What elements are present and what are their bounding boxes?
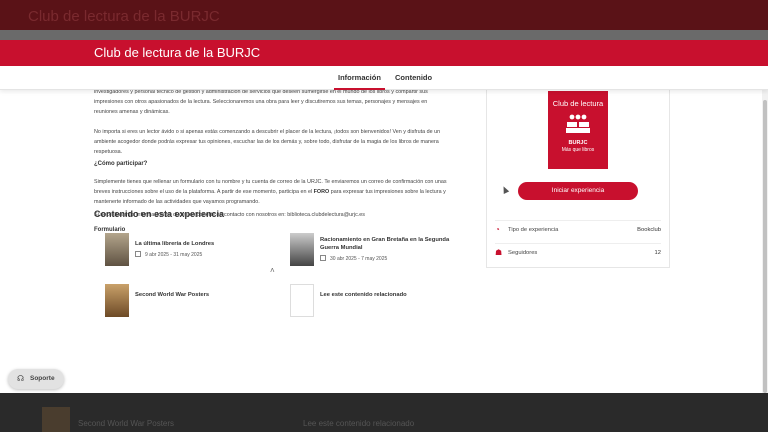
related-item-title[interactable]: Racionamiento en Gran Bretaña en la Segu… [320,236,460,252]
participation-paragraph: Simplemente tienes que rellenar un formu… [94,177,450,207]
related-item-dates: 30 abr 2025 - 7 may 2025 [320,255,387,262]
related-item-thumbnail [105,233,129,266]
calendar-icon [320,255,326,261]
background-item-title: Second World War Posters [78,419,175,428]
related-item-date-text: 9 abr 2025 - 31 may 2025 [145,252,203,258]
followers-row: ☗ Seguidores 12 [495,243,661,263]
description-paragraph: investigadores y personal técnico de ges… [94,90,428,115]
welcome-paragraph: No importa si eres un lector ávido o si … [94,129,441,155]
calendar-icon [135,251,141,257]
experience-type-label: Tipo de experiencia [508,227,559,233]
start-experience-button[interactable]: Iniciar experiencia [518,182,638,200]
background-strip [0,30,768,40]
experience-cover: Club de lectura BURJC Más que libros [548,91,608,169]
related-item[interactable]: Lee este contenido relacionado [290,284,460,324]
headset-icon: ☊ [17,374,25,383]
books-icon [566,114,590,133]
related-item[interactable]: La última librería de Londres 9 abr 2025… [105,233,275,273]
cover-brand: BURJC [568,140,588,146]
background-thumbnail [42,407,70,432]
support-button[interactable]: ☊ Soporte [8,369,64,389]
scrollbar-thumb[interactable] [763,100,767,393]
experience-title: Club de lectura de la BURJC [94,45,261,60]
background-header-title: Club de lectura de la BURJC [28,8,220,25]
followers-label: Seguidores [508,250,538,256]
background-overlay-bottom: Second World War Posters Lee este conten… [0,393,768,432]
experience-content[interactable]: investigadores y personal técnico de ges… [0,90,762,393]
related-item-title[interactable]: La última librería de Londres [135,240,275,248]
related-content-title: Contenido en esta experiencia [94,209,225,219]
cover-subtitle: Más que libros [561,147,595,153]
experience-title-bar: Club de lectura de la BURJC [0,40,768,66]
how-to-participate-heading: ¿Cómo participar? [94,161,148,167]
related-item-thumbnail [290,284,314,317]
experience-type-icon: ◔ [495,225,500,234]
related-item-date-text: 30 abr 2025 - 7 may 2025 [330,256,388,262]
related-item[interactable]: Racionamiento en Gran Bretaña en la Segu… [290,233,460,273]
related-item-thumbnail [290,233,314,266]
foro-link[interactable]: FORO [314,189,330,195]
related-item-dates: 9 abr 2025 - 31 may 2025 [135,251,202,258]
cover-title: Club de lectura [552,99,604,108]
experience-type-row: ◔ Tipo de experiencia Bookclub [495,220,661,240]
tab-bar: Información Contenido [0,66,768,90]
related-item-title[interactable]: Second World War Posters [135,291,275,299]
experience-type-value: Bookclub [637,227,661,233]
related-item-title[interactable]: Lee este contenido relacionado [320,291,460,299]
background-item-title: Lee este contenido relacionado [303,419,415,428]
experience-card: Club de lectura BURJC Más que libros Ini… [486,90,670,268]
related-item-thumbnail [105,284,129,317]
followers-icon: ☗ [495,248,503,257]
tab-informacion[interactable]: Información [334,73,385,90]
tab-contenido[interactable]: Contenido [395,73,432,82]
support-label: Soporte [30,375,55,382]
followers-value: 12 [654,250,661,256]
related-item[interactable]: Second World War Posters [105,284,275,324]
